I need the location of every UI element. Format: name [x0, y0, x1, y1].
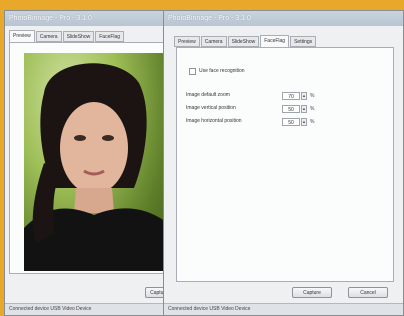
cancel-button[interactable]: Cancel — [348, 287, 388, 298]
back-status-bar: Connected device USB Video Device — [5, 303, 171, 315]
back-tab-slideshow[interactable]: SlideShow — [62, 31, 95, 42]
tab-slideshow[interactable]: SlideShow — [227, 36, 260, 47]
horizontal-position-label: Image horizontal position — [186, 118, 242, 124]
default-zoom-spinner[interactable]: ▲ — [301, 92, 307, 100]
tab-preview[interactable]: Preview — [174, 36, 200, 47]
tab-settings[interactable]: Settings — [290, 36, 317, 47]
tab-faceflag[interactable]: FaceFlag — [260, 35, 290, 47]
back-window-title: PhotoBinnage - Pro - 3.1.0 — [5, 11, 171, 26]
back-window: PhotoBinnage - Pro - 3.1.0 Preview Camer… — [4, 10, 173, 316]
back-tab-camera[interactable]: Camera — [35, 31, 62, 42]
front-status-bar: Connected device USB Video Device — [164, 303, 403, 315]
back-window-tabs: Preview Camera SlideShow FaceFlag — [9, 30, 125, 42]
default-zoom-label: Image default zoom — [186, 92, 230, 98]
horizontal-position-unit: % — [310, 119, 315, 125]
vertical-position-field[interactable]: 50 — [282, 105, 300, 113]
vertical-position-unit: % — [310, 106, 315, 112]
faceflag-panel: Use face recognition Image default zoom … — [176, 47, 394, 282]
portrait-image — [24, 63, 170, 271]
back-preview-panel — [9, 42, 170, 274]
front-window-tabs: Preview Camera SlideShow FaceFlag Settin… — [174, 35, 317, 47]
front-window: PhotoBinnage - Pro - 3.1.0 Preview Camer… — [163, 10, 404, 316]
default-zoom-field[interactable]: 70 — [282, 92, 300, 100]
face-recognition-checkbox[interactable] — [189, 68, 196, 75]
default-zoom-unit: % — [310, 93, 315, 99]
preview-photo — [24, 53, 170, 271]
capture-button[interactable]: Capture — [292, 287, 332, 298]
back-tab-faceflag[interactable]: FaceFlag — [95, 31, 125, 42]
face-recognition-label: Use face recognition — [199, 68, 245, 74]
vertical-position-spinner[interactable]: ▲ — [301, 105, 307, 113]
horizontal-position-field[interactable]: 50 — [282, 118, 300, 126]
front-window-title: PhotoBinnage - Pro - 3.1.0 — [164, 11, 403, 26]
vertical-position-label: Image vertical position — [186, 105, 236, 111]
horizontal-position-spinner[interactable]: ▲ — [301, 118, 307, 126]
back-tab-preview[interactable]: Preview — [9, 30, 35, 42]
tab-camera[interactable]: Camera — [200, 36, 227, 47]
